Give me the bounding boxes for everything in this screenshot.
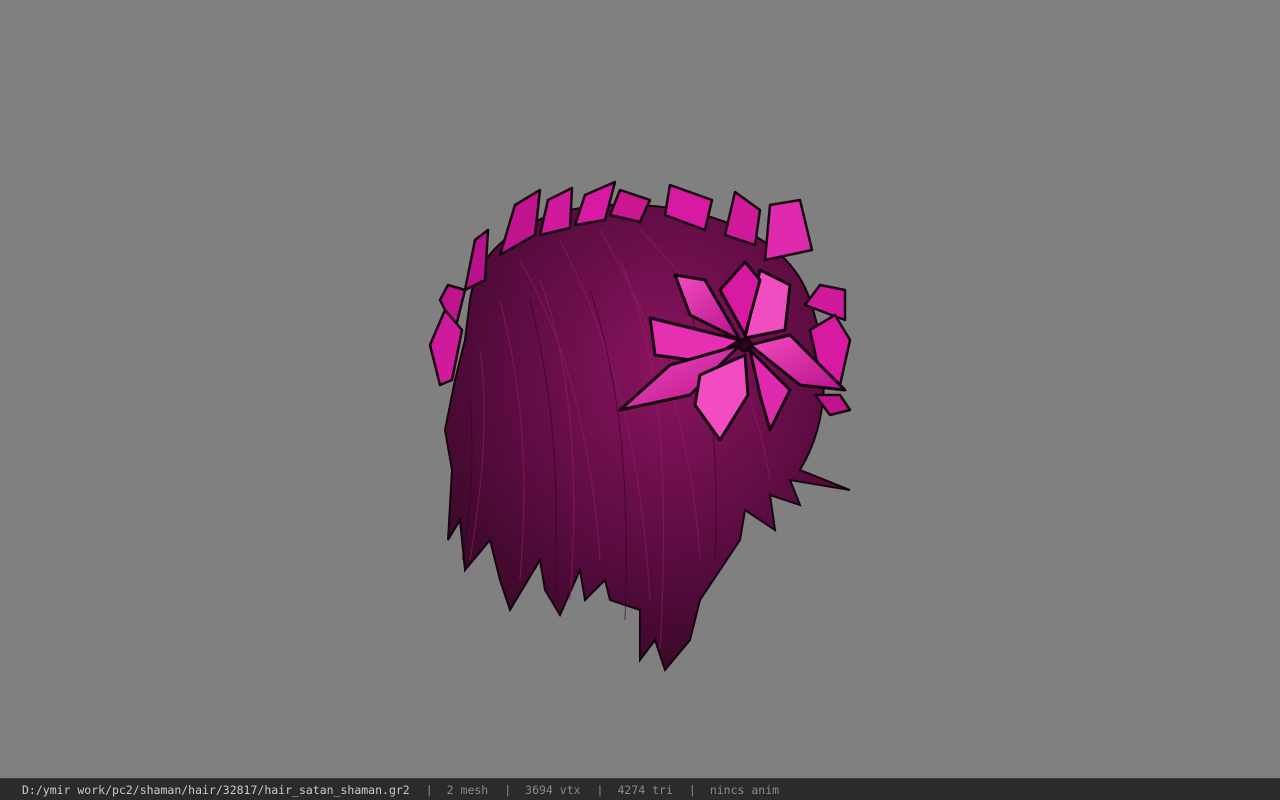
status-bar: D:/ymir work/pc2/shaman/hair/32817/hair_… (0, 778, 1280, 800)
separator: | (425, 782, 433, 797)
separator: | (504, 782, 512, 797)
separator: | (688, 782, 696, 797)
3d-viewport[interactable] (0, 0, 1280, 778)
separator: | (596, 782, 604, 797)
mesh-count: 2 mesh (446, 782, 489, 797)
triangle-count: 4274 tri (617, 782, 673, 797)
file-path: D:/ymir work/pc2/shaman/hair/32817/hair_… (22, 782, 410, 797)
hair-mesh (443, 203, 851, 673)
hair-model-render (428, 180, 852, 673)
animation-status: nincs anim (709, 782, 780, 797)
vertex-count: 3694 vtx (525, 782, 581, 797)
